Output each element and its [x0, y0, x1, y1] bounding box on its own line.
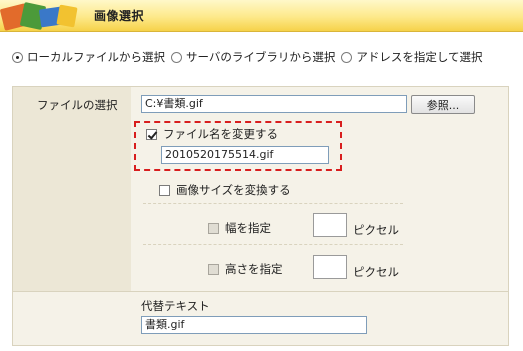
- width-option[interactable]: 幅を指定: [208, 220, 271, 236]
- height-unit: ピクセル: [353, 265, 399, 279]
- rename-option[interactable]: ファイル名を変更する: [146, 126, 278, 142]
- source-option-address[interactable]: アドレスを指定して選択: [341, 49, 483, 65]
- radio-server[interactable]: [171, 51, 182, 63]
- source-options: ローカルファイルから選択 サーバのライブラリから選択 アドレスを指定して選択: [12, 48, 517, 66]
- resize-option[interactable]: 画像サイズを変換する: [159, 182, 291, 198]
- new-filename-input[interactable]: 2010520175514.gif: [161, 146, 329, 164]
- radio-local[interactable]: [12, 51, 23, 63]
- dialog-title: 画像選択: [94, 9, 145, 23]
- width-checkbox[interactable]: [208, 222, 219, 234]
- options-panel: ファイルの選択 C:¥書類.gif 参照... ファイル名を変更する 20105…: [12, 86, 509, 346]
- height-checkbox[interactable]: [208, 263, 219, 275]
- file-select-label: ファイルの選択: [37, 98, 118, 112]
- width-label: 幅を指定: [225, 221, 271, 235]
- alt-text-input[interactable]: 書類.gif: [141, 316, 367, 334]
- width-input[interactable]: [313, 213, 347, 237]
- height-option[interactable]: 高さを指定: [208, 261, 283, 277]
- file-path-input[interactable]: C:¥書類.gif: [141, 95, 407, 113]
- source-option-local-label: ローカルファイルから選択: [27, 50, 165, 64]
- section-divider: [13, 291, 508, 292]
- source-option-local[interactable]: ローカルファイルから選択: [12, 49, 165, 65]
- height-input[interactable]: [313, 255, 347, 279]
- rename-label: ファイル名を変更する: [163, 127, 278, 141]
- resize-checkbox[interactable]: [159, 184, 170, 196]
- dialog-header: 画像選択: [0, 0, 523, 32]
- divider: [143, 244, 403, 245]
- width-unit: ピクセル: [353, 223, 399, 237]
- label-column: ファイルの選択: [13, 87, 131, 291]
- divider: [143, 203, 403, 204]
- radio-address[interactable]: [341, 51, 353, 63]
- resize-label: 画像サイズを変換する: [176, 183, 291, 197]
- source-option-server-label: サーバのライブラリから選択: [186, 50, 336, 64]
- source-option-server[interactable]: サーバのライブラリから選択: [171, 49, 335, 65]
- browse-button[interactable]: 参照...: [411, 95, 475, 114]
- source-option-address-label: アドレスを指定して選択: [356, 50, 483, 64]
- height-label: 高さを指定: [225, 262, 283, 276]
- alt-text-label: 代替テキスト: [141, 299, 210, 313]
- books-icon: [0, 2, 78, 31]
- rename-checkbox[interactable]: [146, 128, 157, 140]
